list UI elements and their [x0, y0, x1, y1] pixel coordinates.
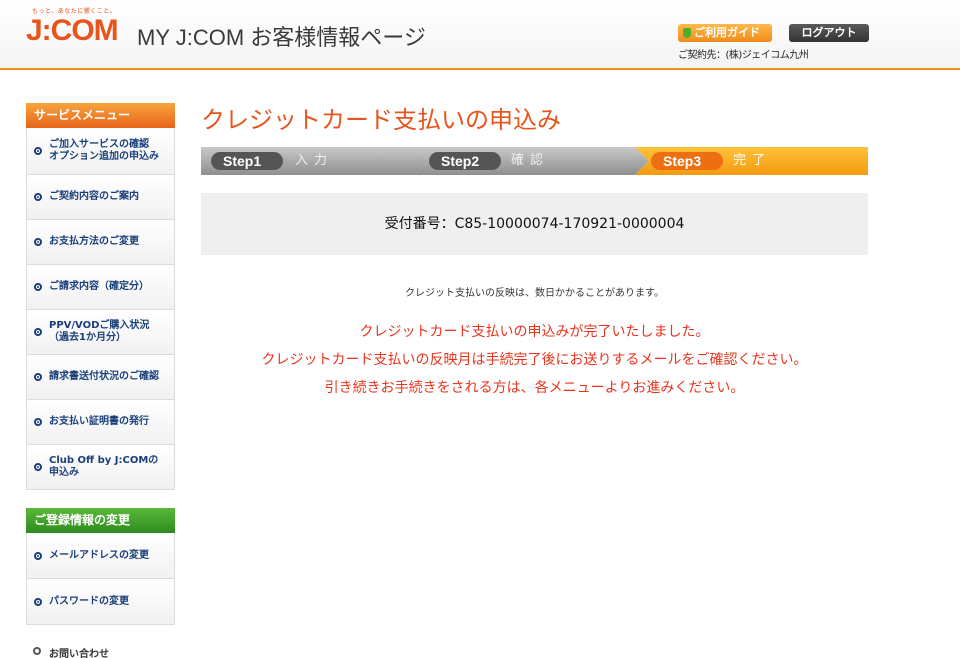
guide-button-label: ご利用ガイド: [694, 26, 760, 39]
sidebar-item-contract-details[interactable]: ご契約内容のご案内: [26, 175, 175, 220]
receipt-label: 受付番号：: [384, 216, 455, 232]
sidebar-item-label: パスワードの変更: [49, 595, 129, 607]
step1-label: Step1: [223, 153, 262, 169]
page-title: クレジットカード支払いの申込み: [201, 107, 561, 134]
sidebar-item-password-change[interactable]: パスワードの変更: [26, 579, 175, 625]
beginner-mark-icon: [683, 28, 691, 38]
step3-name: 完了: [733, 153, 772, 168]
step-progress: Step1 入力 Step2 確認 Step3 完了: [201, 147, 868, 175]
step1-name: 入力: [295, 153, 334, 168]
receipt-box: 受付番号：C85-10000074-170921-0000004: [201, 193, 868, 255]
bullet-icon: [34, 283, 42, 291]
sidebar-item-billing[interactable]: ご請求内容（確定分）: [26, 265, 175, 310]
receipt-number: C85-10000074-170921-0000004: [454, 216, 685, 232]
logout-button[interactable]: ログアウト: [789, 24, 869, 42]
bullet-icon: [34, 373, 42, 381]
site-title: MY J:COM お客様情報ページ: [137, 25, 426, 50]
sidebar-item-label: メールアドレスの変更: [49, 549, 149, 561]
sidebar-item-label: ご請求内容（確定分）: [49, 281, 149, 292]
contact-label: お問い合わせ: [49, 649, 109, 658]
sidebar-item-club-off[interactable]: Club Off by J:COMの 申込み: [26, 445, 175, 490]
sidebar-item-email-change[interactable]: メールアドレスの変更: [26, 533, 175, 579]
sidebar-item-ppv-vod[interactable]: PPV/VODご購入状況 （過去1か月分）: [26, 310, 175, 355]
guide-button[interactable]: ご利用ガイド: [678, 24, 772, 42]
sidebar-item-label: PPV/VODご購入状況 （過去1か月分）: [49, 320, 150, 343]
bullet-icon: [34, 418, 42, 426]
sidebar-item-label: ご契約内容のご案内: [49, 191, 139, 202]
service-menu-header: サービスメニュー: [26, 103, 175, 128]
bullet-icon: [34, 328, 42, 336]
sidebar-item-label: お支払い証明書の発行: [49, 416, 149, 427]
sidebar-item-payment-method[interactable]: お支払方法のご変更: [26, 220, 175, 265]
bullet-icon: [33, 647, 41, 655]
contact-link[interactable]: お問い合わせ: [33, 645, 109, 658]
bullet-icon: [34, 597, 42, 606]
bullet-icon: [34, 551, 42, 560]
sidebar-item-label: 請求書送付状況のご確認: [49, 371, 159, 382]
contract-info: ご契約先：(株)ジェイコム九州: [678, 50, 809, 61]
sidebar-item-label: Club Off by J:COMの 申込み: [49, 455, 159, 478]
completion-message: クレジットカード支払いの申込みが完了いたしました。: [359, 324, 710, 340]
jcom-logo[interactable]: J:COM: [26, 14, 119, 48]
header: もっと、あなたに響くこと。 J:COM MY J:COM お客様情報ページ ご利…: [0, 0, 960, 70]
sidebar-item-label: お支払方法のご変更: [49, 236, 139, 247]
sidebar-item-label: ご加入サービスの確認 オプション追加の申込み: [49, 139, 159, 162]
step2-name: 確認: [511, 153, 550, 168]
reflection-note: クレジット支払いの反映は、数日かかることがあります。: [405, 288, 664, 299]
registration-menu-header: ご登録情報の変更: [26, 508, 175, 533]
bullet-icon: [34, 238, 42, 246]
sidebar-item-service-check[interactable]: ご加入サービスの確認 オプション追加の申込み: [26, 128, 175, 175]
step2-label: Step2: [441, 153, 480, 169]
sidebar-item-invoice-status[interactable]: 請求書送付状況のご確認: [26, 355, 175, 400]
confirmation-message: クレジットカード支払いの反映月は手続完了後にお送りするメールをご確認ください。: [261, 352, 808, 368]
step3-label: Step3: [663, 153, 702, 169]
bullet-icon: [34, 463, 42, 471]
bullet-icon: [34, 147, 42, 155]
bullet-icon: [34, 193, 42, 201]
sidebar-item-payment-certificate[interactable]: お支払い証明書の発行: [26, 400, 175, 445]
continue-message: 引き続きお手続きをされる方は、各メニューよりお進みください。: [324, 380, 745, 396]
